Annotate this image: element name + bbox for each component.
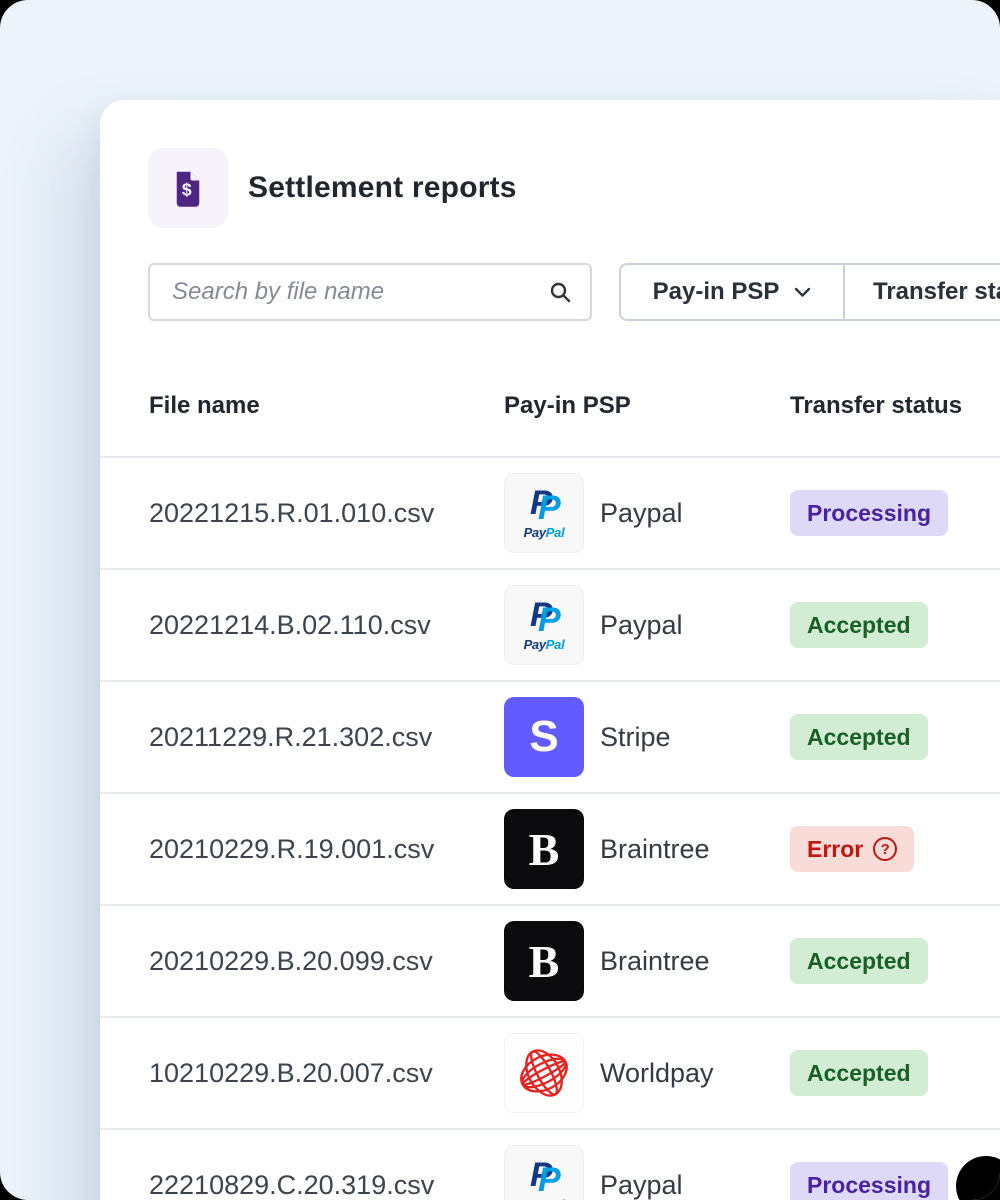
table-header-row: File name Pay-in PSP Transfer status — [100, 356, 1000, 458]
status-cell: Accepted — [790, 570, 928, 680]
psp-name-cell: Braintree — [600, 945, 710, 976]
psp-logo-cell: B — [504, 809, 584, 889]
psp-name-cell: Stripe — [600, 721, 671, 752]
braintree-logo: B — [504, 809, 584, 889]
transfer-status-filter-label: Transfer status — [873, 278, 1000, 305]
document-dollar-glyph: $ — [176, 171, 200, 207]
worldpay-logo — [504, 1033, 584, 1113]
table-row[interactable]: 20210229.B.20.099.csv B Braintree Accept… — [100, 906, 1000, 1018]
psp-name-cell: Paypal — [600, 497, 683, 528]
search-box[interactable] — [148, 263, 592, 321]
search-icon — [548, 280, 572, 304]
psp-logo-cell — [504, 1033, 584, 1113]
paypal-logo: P P PayPal — [504, 1145, 584, 1200]
status-label: Accepted — [807, 611, 911, 638]
status-badge: Error ? — [790, 826, 915, 872]
psp-name-cell: Braintree — [600, 833, 710, 864]
file-name-cell: 20210229.B.20.099.csv — [149, 945, 433, 976]
file-name-cell: 20221215.R.01.010.csv — [149, 497, 435, 528]
psp-filter-dropdown[interactable]: Pay-in PSP — [619, 263, 845, 321]
status-label: Accepted — [807, 947, 911, 974]
paypal-mark: P P — [530, 484, 561, 527]
psp-logo-cell: S — [504, 697, 584, 777]
file-name-cell: 22210829.C.20.319.csv — [149, 1169, 435, 1200]
file-name-cell: 20210229.R.19.001.csv — [149, 833, 435, 864]
psp-logo-cell: P P PayPal — [504, 585, 584, 665]
search-input[interactable] — [170, 277, 548, 307]
settlement-reports-page: $ Settlement reports Pay-in PSP — [0, 0, 1000, 1200]
paypal-wordmark: PayPal — [523, 637, 565, 652]
status-label: Processing — [807, 1171, 931, 1198]
paypal-mark: P P — [530, 596, 561, 639]
table-row[interactable]: 10210229.B.20.007.csv Worldpay Accepted — [100, 1018, 1000, 1130]
psp-name-cell: Paypal — [600, 609, 683, 640]
table-row[interactable]: 20221214.B.02.110.csv P P PayPal Paypal … — [100, 570, 1000, 682]
settlement-reports-card: $ Settlement reports Pay-in PSP — [100, 100, 1000, 1200]
transfer-status-filter-dropdown[interactable]: Transfer status — [843, 263, 1000, 321]
filter-bar: Pay-in PSP Transfer status — [148, 263, 1000, 321]
status-cell: Accepted — [790, 906, 928, 1016]
status-cell: Error ? — [790, 794, 915, 904]
psp-name-cell: Worldpay — [600, 1057, 714, 1088]
paypal-logo: P P PayPal — [504, 585, 584, 665]
status-badge: Processing — [790, 490, 948, 536]
status-badge: Processing — [790, 1162, 948, 1200]
file-name-cell: 10210229.B.20.007.csv — [149, 1057, 433, 1088]
paypal-wordmark: PayPal — [523, 525, 565, 540]
psp-name-cell: Paypal — [600, 1169, 683, 1200]
file-name-cell: 20221214.B.02.110.csv — [149, 609, 431, 640]
page-title: Settlement reports — [248, 171, 517, 204]
svg-text:$: $ — [182, 180, 192, 200]
column-header-transfer-status: Transfer status — [790, 392, 963, 419]
stripe-logo: S — [504, 697, 584, 777]
card-header: $ Settlement reports — [148, 148, 517, 228]
status-badge: Accepted — [790, 602, 928, 648]
status-badge: Accepted — [790, 714, 928, 760]
status-cell: Processing — [790, 458, 948, 568]
table-row[interactable]: 22210829.C.20.319.csv P P PayPal Paypal … — [100, 1130, 1000, 1200]
table-row[interactable]: 20211229.R.21.302.csv S Stripe Accepted — [100, 682, 1000, 794]
braintree-logo: B — [504, 921, 584, 1001]
status-cell: Accepted — [790, 682, 928, 792]
table-row[interactable]: 20210229.R.19.001.csv B Braintree Error … — [100, 794, 1000, 906]
status-label: Accepted — [807, 1059, 911, 1086]
status-label: Processing — [807, 499, 931, 526]
table-row[interactable]: 20221215.R.01.010.csv P P PayPal Paypal … — [100, 458, 1000, 570]
status-cell: Accepted — [790, 1018, 928, 1128]
status-label: Error — [807, 835, 864, 862]
worldpay-globe-icon — [520, 1049, 568, 1097]
settlement-document-icon: $ — [148, 148, 228, 228]
psp-logo-cell: B — [504, 921, 584, 1001]
psp-logo-cell: P P PayPal — [504, 473, 584, 553]
status-badge: Accepted — [790, 938, 928, 984]
column-header-pay-in-psp: Pay-in PSP — [504, 392, 631, 419]
paypal-mark: P P — [530, 1156, 561, 1199]
paypal-logo: P P PayPal — [504, 473, 584, 553]
status-cell: Processing — [790, 1130, 948, 1200]
status-badge: Accepted — [790, 1050, 928, 1096]
column-header-file-name: File name — [149, 392, 260, 419]
status-label: Accepted — [807, 723, 911, 750]
chevron-down-icon — [794, 287, 811, 298]
table-body: 20221215.R.01.010.csv P P PayPal Paypal … — [100, 458, 1000, 1200]
psp-logo-cell: P P PayPal — [504, 1145, 584, 1200]
help-circle-icon[interactable]: ? — [873, 837, 898, 861]
psp-filter-label: Pay-in PSP — [652, 278, 780, 305]
file-name-cell: 20211229.R.21.302.csv — [149, 721, 433, 752]
